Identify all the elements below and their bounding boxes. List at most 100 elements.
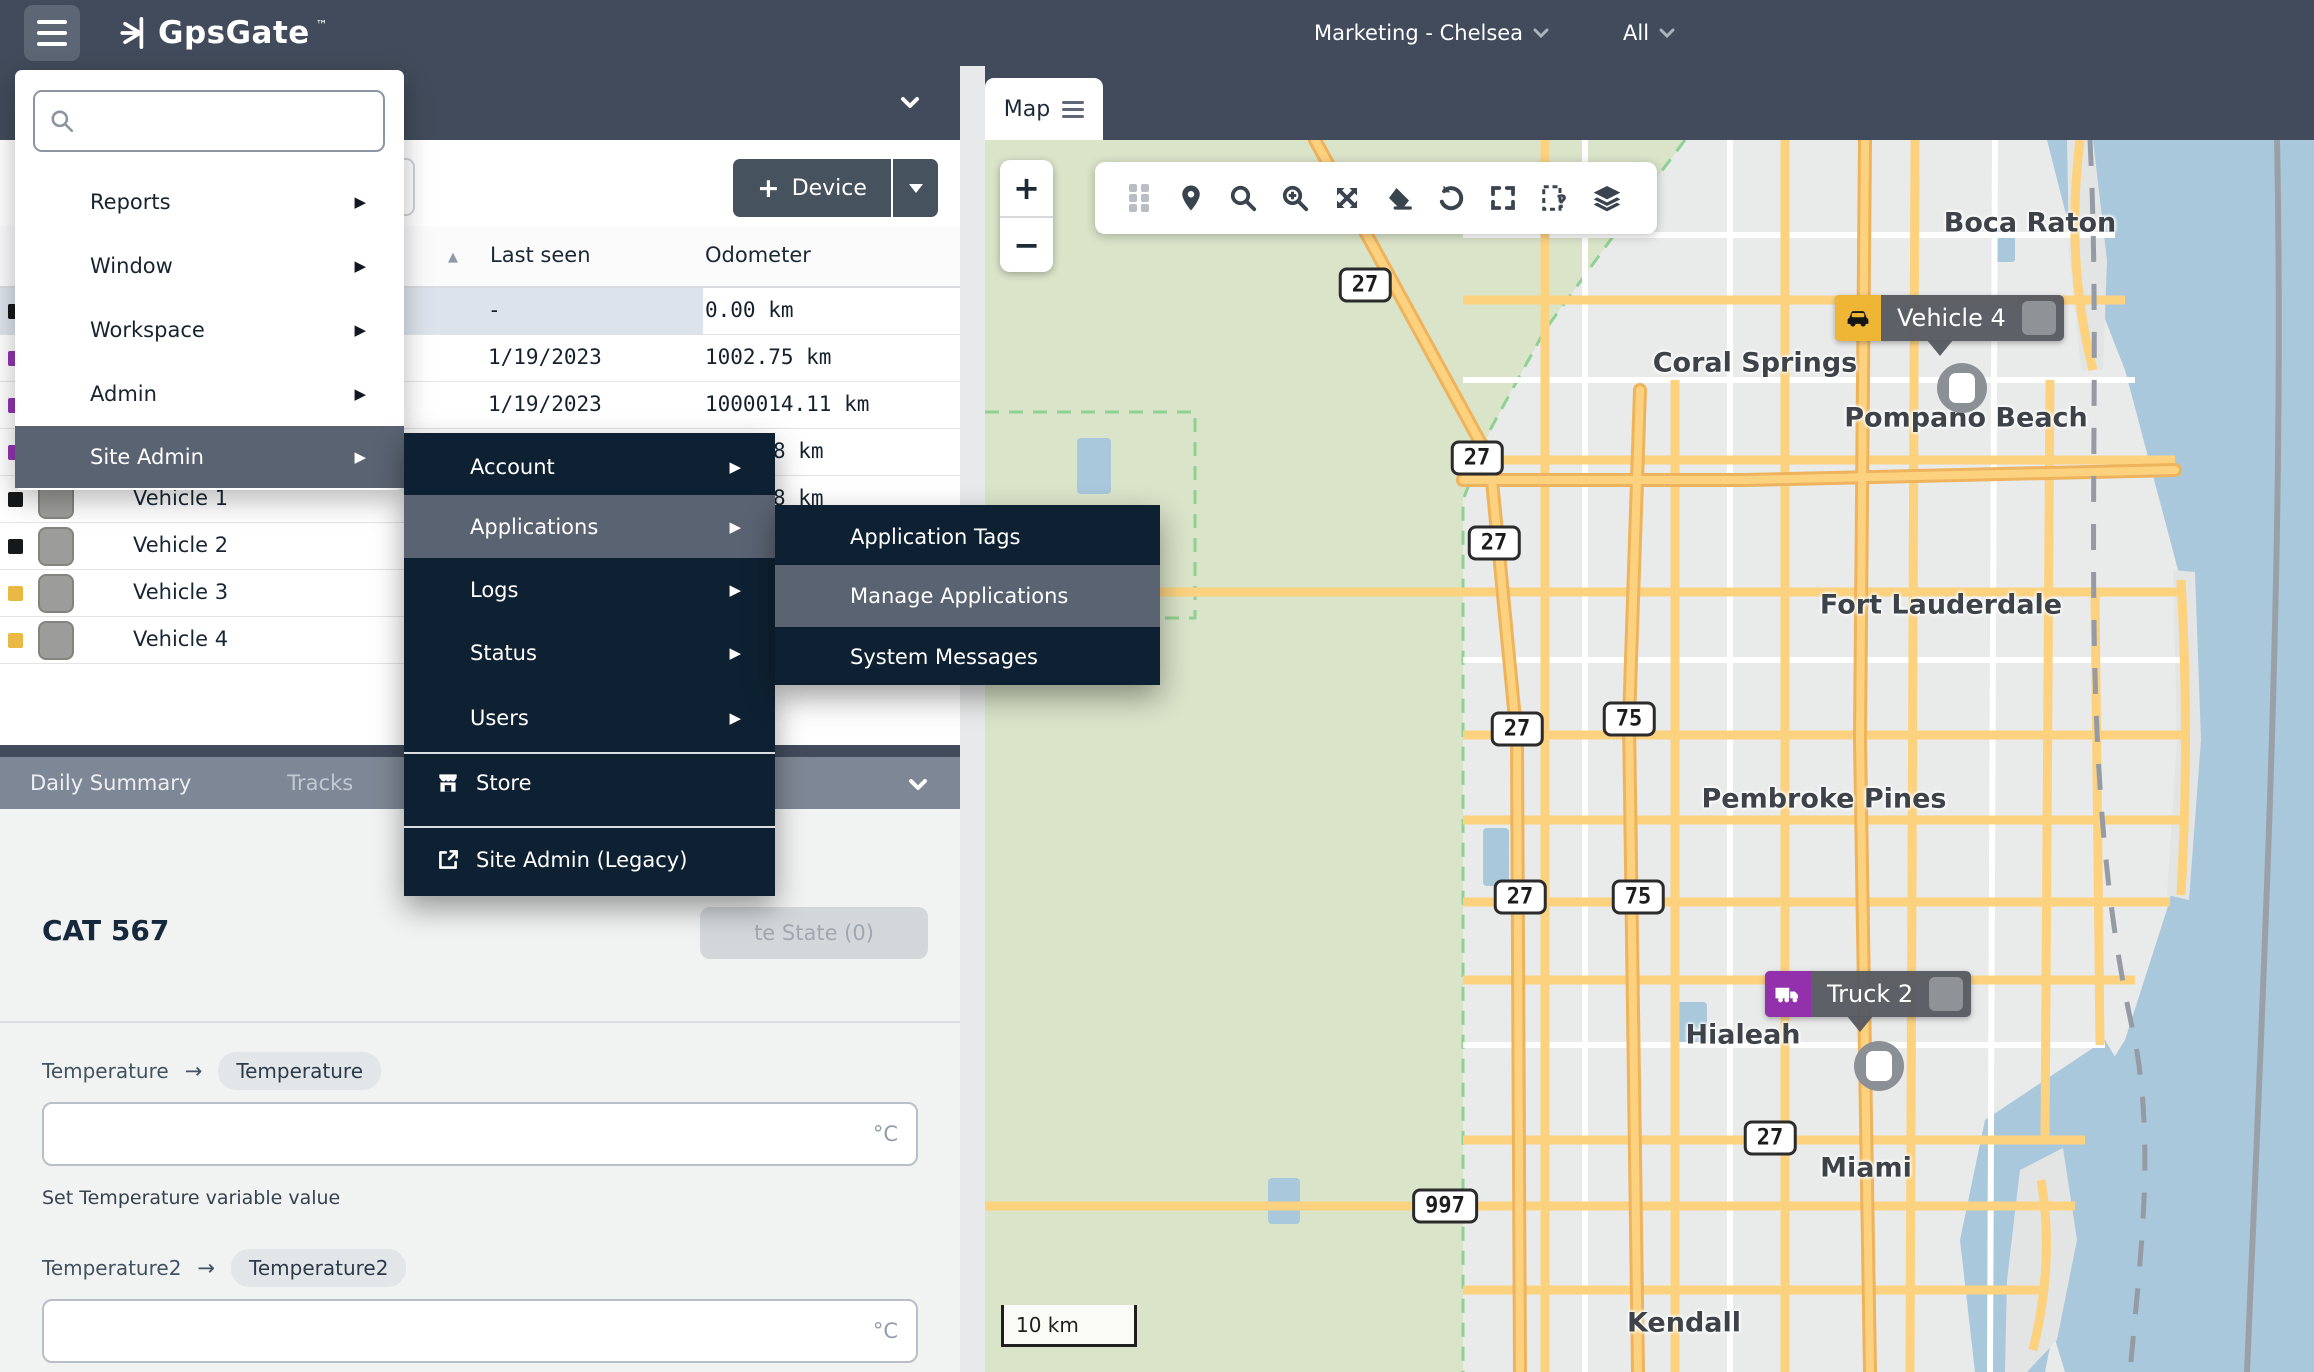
menu-item-reports[interactable]: Reports▶ <box>15 174 404 230</box>
map-panel-header <box>985 66 2314 140</box>
tab-map[interactable]: Map <box>985 78 1103 140</box>
logo-text: GpsGate <box>158 15 310 51</box>
submenu-arrow-icon: ▶ <box>354 321 366 339</box>
submenu-item-manage-applications[interactable]: Manage Applications <box>775 565 1160 627</box>
road-shield: 27 <box>1339 268 1392 303</box>
city-label: Hialeah <box>1685 1020 1800 1051</box>
marker-position-vehicle-4[interactable] <box>1937 363 1987 413</box>
zoom-in-area-icon[interactable] <box>1269 176 1321 220</box>
road-shield: 27 <box>1451 441 1504 476</box>
column-odometer[interactable]: Odometer <box>705 243 811 267</box>
plus-icon: + <box>757 175 780 202</box>
column-last-seen[interactable]: Last seen <box>490 243 591 267</box>
menu-item-admin[interactable]: Admin▶ <box>15 366 404 422</box>
eraser-icon[interactable] <box>1373 176 1425 220</box>
submenu-arrow-icon: ▶ <box>354 193 366 211</box>
submenu-arrow-icon: ▶ <box>729 709 741 727</box>
external-link-icon <box>434 846 462 874</box>
city-label: Kendall <box>1627 1308 1741 1339</box>
fullscreen-icon[interactable] <box>1477 176 1529 220</box>
gpsgate-logo-icon <box>118 16 152 50</box>
submenu-item-users[interactable]: Users▶ <box>404 689 775 747</box>
divider <box>404 826 775 828</box>
marker-pointer <box>1847 1016 1873 1032</box>
menu-item-site-admin[interactable]: Site Admin▶ <box>15 426 404 488</box>
submenu-item-status[interactable]: Status▶ <box>404 624 775 682</box>
submenu-item-logs[interactable]: Logs▶ <box>404 561 775 619</box>
panel-gap <box>960 66 985 1372</box>
map-scale: 10 km <box>1001 1305 1137 1347</box>
zoom-in-button[interactable]: + <box>1000 160 1053 216</box>
add-device-button[interactable]: + Device <box>733 159 938 217</box>
tab-daily-summary[interactable]: Daily Summary <box>30 771 191 795</box>
status-square <box>8 586 23 601</box>
collapse-panel-icon[interactable] <box>908 778 924 788</box>
undo-rotate-icon[interactable] <box>1425 176 1477 220</box>
status-square <box>8 633 23 648</box>
main-menu-button[interactable] <box>24 5 80 61</box>
arrow-right-icon: → <box>185 1059 203 1083</box>
state-button-disabled[interactable]: te State (0) <box>700 907 928 959</box>
marker-position-truck-2[interactable] <box>1854 1041 1904 1091</box>
city-label: Coral Springs <box>1653 348 1858 379</box>
svg-text:?: ? <box>1556 192 1567 213</box>
truck-icon <box>1765 971 1811 1017</box>
drag-handle-icon[interactable] <box>1113 176 1165 220</box>
divider <box>0 1021 960 1023</box>
location-pin-icon[interactable] <box>1165 176 1217 220</box>
temperature2-tag[interactable]: Temperature2 <box>231 1249 406 1287</box>
temperature-tag[interactable]: Temperature <box>218 1052 381 1090</box>
map-tab-menu-icon <box>1062 101 1084 118</box>
main-menu-dropdown: Reports▶ Window▶ Workspace▶ Admin▶ Site … <box>15 70 404 490</box>
top-header: GpsGate ™ Marketing - Chelsea All <box>0 0 2314 66</box>
vehicle-icon <box>38 527 74 566</box>
add-device-dropdown[interactable] <box>893 159 938 217</box>
workspace-selector[interactable]: Marketing - Chelsea <box>1314 0 1549 66</box>
menu-item-window[interactable]: Window▶ <box>15 238 404 294</box>
tab-tracks[interactable]: Tracks <box>287 771 353 795</box>
menu-search-input[interactable] <box>33 90 385 152</box>
city-label: Fort Lauderdale <box>1820 590 2062 621</box>
temperature-input[interactable]: °C <box>42 1102 918 1166</box>
road-shield: 75 <box>1612 880 1665 915</box>
map-toolbar: ? <box>1095 162 1657 234</box>
expand-icon[interactable] <box>1321 176 1373 220</box>
app-logo: GpsGate ™ <box>118 0 328 66</box>
arrow-right-icon: → <box>197 1256 215 1280</box>
submenu-arrow-icon: ▶ <box>729 458 741 476</box>
road-shield: 997 <box>1412 1189 1478 1224</box>
temperature2-input[interactable]: °C <box>42 1299 918 1363</box>
marker-truck-2[interactable]: Truck 2 <box>1765 971 1971 1017</box>
applications-submenu: Application Tags Manage Applications Sys… <box>775 505 1160 685</box>
submenu-item-store[interactable]: Store <box>404 754 775 812</box>
map[interactable]: Boca Raton Coral Springs Pompano Beach F… <box>985 140 2314 1372</box>
submenu-item-site-admin-legacy[interactable]: Site Admin (Legacy) <box>404 831 775 889</box>
marker-vehicle-4[interactable]: Vehicle 4 <box>1835 295 2064 341</box>
collapse-panel-icon[interactable] <box>900 96 916 106</box>
submenu-arrow-icon: ▶ <box>729 518 741 536</box>
menu-item-workspace[interactable]: Workspace▶ <box>15 302 404 358</box>
submenu-item-application-tags[interactable]: Application Tags <box>775 509 1160 565</box>
road-shield: 27 <box>1468 526 1521 561</box>
search-icon[interactable] <box>1217 176 1269 220</box>
temperature2-field-label: Temperature2 → Temperature2 <box>42 1249 406 1287</box>
vehicle-icon <box>38 574 74 613</box>
zoom-out-button[interactable]: − <box>1000 216 1053 272</box>
road-shield: 27 <box>1491 712 1544 747</box>
city-label: Miami <box>1820 1153 1912 1184</box>
chevron-down-icon <box>1533 28 1549 38</box>
road-shield: 27 <box>1494 880 1547 915</box>
submenu-arrow-icon: ▶ <box>729 581 741 599</box>
road-shield: 75 <box>1603 702 1656 737</box>
road-shield: 27 <box>1744 1121 1797 1156</box>
submenu-item-system-messages[interactable]: System Messages <box>775 629 1160 685</box>
filter-selector[interactable]: All <box>1623 0 1675 66</box>
sort-asc-icon[interactable]: ▲ <box>448 250 458 265</box>
submenu-item-applications[interactable]: Applications▶ <box>404 495 775 558</box>
submenu-arrow-icon: ▶ <box>354 448 366 466</box>
temperature-help: Set Temperature variable value <box>42 1187 340 1209</box>
query-help-icon[interactable]: ? <box>1529 176 1581 220</box>
submenu-item-account[interactable]: Account▶ <box>404 438 775 496</box>
layers-icon[interactable] <box>1581 176 1633 220</box>
marker-status-square <box>2022 301 2056 335</box>
